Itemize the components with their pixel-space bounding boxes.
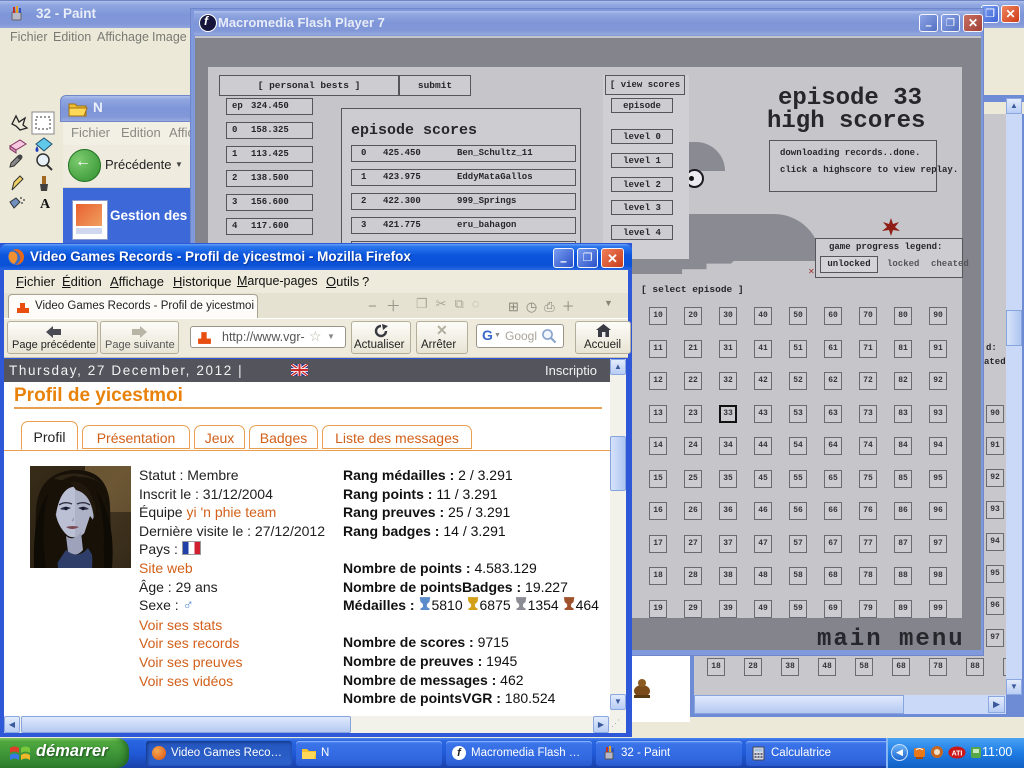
svg-text:A: A — [40, 197, 51, 212]
svg-text:ATI: ATI — [952, 751, 963, 758]
